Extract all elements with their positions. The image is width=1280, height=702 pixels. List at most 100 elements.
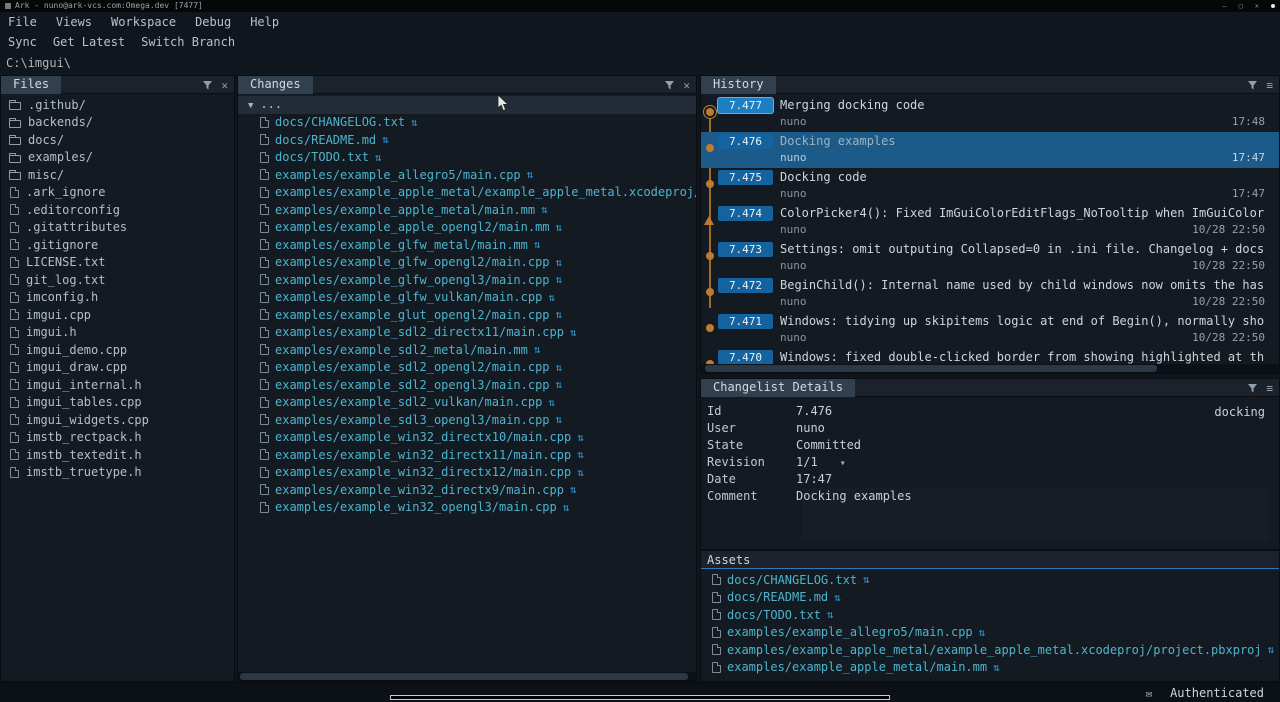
file-tree-item[interactable]: imstb_truetype.h bbox=[1, 464, 234, 482]
menu-item[interactable]: Help bbox=[250, 15, 279, 29]
changed-file-row[interactable]: examples/example_sdl2_opengl2/main.cpp ⇅ bbox=[238, 359, 696, 377]
checked-out-icon: ⇅ bbox=[382, 134, 389, 145]
tab-history[interactable]: History bbox=[701, 76, 776, 94]
changed-file-row[interactable]: examples/example_sdl2_vulkan/main.cpp ⇅ bbox=[238, 394, 696, 412]
close-icon[interactable]: ✕ bbox=[221, 80, 228, 91]
file-tree-item[interactable]: backends/ bbox=[1, 114, 234, 132]
mouse-cursor bbox=[497, 95, 509, 112]
changed-file-row[interactable]: examples/example_sdl3_opengl3/main.cpp ⇅ bbox=[238, 411, 696, 429]
tab-changelist-details[interactable]: Changelist Details bbox=[701, 379, 855, 397]
file-tree-item[interactable]: .gitignore bbox=[1, 236, 234, 254]
details-panel-header: Changelist Details ≡ bbox=[701, 379, 1279, 397]
asset-row[interactable]: examples/example_allegro5/main.cpp ⇅ bbox=[701, 624, 1279, 642]
changed-file-row[interactable]: examples/example_win32_directx12/main.cp… bbox=[238, 464, 696, 482]
changes-horizontal-scrollbar[interactable] bbox=[238, 672, 696, 681]
history-entry[interactable]: 7.476 Docking examples nuno 17:47 bbox=[701, 132, 1279, 168]
changed-file-path: examples/example_win32_opengl3/main.cpp bbox=[275, 500, 557, 514]
close-button[interactable]: ✕ bbox=[1255, 0, 1259, 12]
minimize-button[interactable]: — bbox=[1222, 0, 1226, 12]
filter-icon[interactable] bbox=[1248, 384, 1257, 393]
changed-file-row[interactable]: examples/example_glfw_vulkan/main.cpp ⇅ bbox=[238, 289, 696, 307]
close-icon[interactable]: ✕ bbox=[683, 80, 690, 91]
menu-item[interactable]: Views bbox=[56, 15, 92, 29]
history-entry[interactable]: 7.472 BeginChild(): Internal name used b… bbox=[701, 276, 1279, 312]
tab-changes[interactable]: Changes bbox=[238, 76, 313, 94]
file-tree-item[interactable]: git_log.txt bbox=[1, 271, 234, 289]
changed-file-row[interactable]: examples/example_apple_opengl2/main.mm ⇅ bbox=[238, 219, 696, 237]
menu-icon[interactable]: ≡ bbox=[1266, 383, 1273, 394]
file-tree-item[interactable]: imstb_textedit.h bbox=[1, 446, 234, 464]
file-tree-item[interactable]: examples/ bbox=[1, 149, 234, 167]
changed-file-row[interactable]: examples/example_sdl2_metal/main.mm ⇅ bbox=[238, 341, 696, 359]
history-entry[interactable]: 7.473 Settings: omit outputing Collapsed… bbox=[701, 240, 1279, 276]
asset-row[interactable]: examples/example_apple_metal/main.mm ⇅ bbox=[701, 659, 1279, 677]
history-entry[interactable]: 7.471 Windows: tidying up skipitems logi… bbox=[701, 312, 1279, 348]
changed-file-row[interactable]: examples/example_apple_metal/example_app… bbox=[238, 184, 696, 202]
filter-icon[interactable] bbox=[665, 81, 674, 90]
changed-file-row[interactable]: examples/example_allegro5/main.cpp ⇅ bbox=[238, 166, 696, 184]
file-tree-item[interactable]: imstb_rectpack.h bbox=[1, 429, 234, 447]
expander-icon[interactable]: ▼ bbox=[248, 101, 253, 111]
file-tree-item[interactable]: docs/ bbox=[1, 131, 234, 149]
menu-icon[interactable]: ≡ bbox=[1266, 80, 1273, 91]
file-icon bbox=[712, 662, 721, 673]
changed-file-row[interactable]: examples/example_win32_directx10/main.cp… bbox=[238, 429, 696, 447]
dropdown-arrow-icon[interactable]: ▾ bbox=[840, 458, 846, 469]
filter-icon[interactable] bbox=[203, 81, 212, 90]
changed-file-path: docs/README.md bbox=[275, 133, 376, 147]
changed-file-row[interactable]: examples/example_apple_metal/main.mm ⇅ bbox=[238, 201, 696, 219]
history-entry[interactable]: 7.474 ColorPicker4(): Fixed ImGuiColorEd… bbox=[701, 204, 1279, 240]
file-tree-item[interactable]: imconfig.h bbox=[1, 289, 234, 307]
scrollbar-thumb[interactable] bbox=[705, 365, 1157, 372]
changed-file-row[interactable]: examples/example_win32_directx11/main.cp… bbox=[238, 446, 696, 464]
changed-file-row[interactable]: docs/CHANGELOG.txt ⇅ bbox=[238, 114, 696, 132]
toolbar-button[interactable]: Switch Branch bbox=[141, 35, 235, 49]
file-tree-item[interactable]: misc/ bbox=[1, 166, 234, 184]
changed-file-row[interactable]: examples/example_glfw_opengl3/main.cpp ⇅ bbox=[238, 271, 696, 289]
changed-file-row[interactable]: examples/example_glfw_metal/main.mm ⇅ bbox=[238, 236, 696, 254]
file-tree-item[interactable]: .editorconfig bbox=[1, 201, 234, 219]
changed-file-row[interactable]: docs/README.md ⇅ bbox=[238, 131, 696, 149]
history-entry[interactable]: 7.477 Merging docking code nuno 17:48 bbox=[701, 96, 1279, 132]
asset-row[interactable]: docs/README.md ⇅ bbox=[701, 589, 1279, 607]
maximize-button[interactable]: ▢ bbox=[1239, 0, 1243, 12]
changed-file-row[interactable]: docs/TODO.txt ⇅ bbox=[238, 149, 696, 167]
changed-file-row[interactable]: examples/example_sdl2_opengl3/main.cpp ⇅ bbox=[238, 376, 696, 394]
changed-file-row[interactable]: examples/example_win32_opengl3/main.cpp … bbox=[238, 499, 696, 517]
file-tree-item[interactable]: imgui_internal.h bbox=[1, 376, 234, 394]
scrollbar-thumb[interactable] bbox=[240, 673, 688, 680]
toolbar-button[interactable]: Sync bbox=[8, 35, 37, 49]
file-tree-item[interactable]: imgui_tables.cpp bbox=[1, 394, 234, 412]
changed-file-row[interactable]: examples/example_glut_opengl2/main.cpp ⇅ bbox=[238, 306, 696, 324]
menu-item[interactable]: Workspace bbox=[111, 15, 176, 29]
file-tree-item[interactable]: imgui_draw.cpp bbox=[1, 359, 234, 377]
asset-row[interactable]: docs/TODO.txt ⇅ bbox=[701, 606, 1279, 624]
file-tree-item[interactable]: .github/ bbox=[1, 96, 234, 114]
asset-row[interactable]: docs/CHANGELOG.txt ⇅ bbox=[701, 571, 1279, 589]
history-entry[interactable]: 7.475 Docking code nuno 17:47 bbox=[701, 168, 1279, 204]
changes-root-row[interactable]: ▼... bbox=[238, 96, 696, 114]
history-horizontal-scrollbar[interactable] bbox=[701, 364, 1279, 373]
menu-item[interactable]: File bbox=[8, 15, 37, 29]
changed-file-row[interactable]: examples/example_glfw_opengl2/main.cpp ⇅ bbox=[238, 254, 696, 272]
file-tree-item[interactable]: imgui.cpp bbox=[1, 306, 234, 324]
filter-icon[interactable] bbox=[1248, 81, 1257, 90]
changed-file-path: examples/example_apple_opengl2/main.mm bbox=[275, 220, 550, 234]
file-tree-item[interactable]: imgui_demo.cpp bbox=[1, 341, 234, 359]
file-tree-item[interactable]: imgui.h bbox=[1, 324, 234, 342]
file-icon bbox=[260, 134, 269, 145]
asset-row[interactable]: examples/example_apple_metal/example_app… bbox=[701, 641, 1279, 659]
changed-file-row[interactable]: examples/example_sdl2_directx11/main.cpp… bbox=[238, 324, 696, 342]
file-tree-item[interactable]: .gitattributes bbox=[1, 219, 234, 237]
toolbar-button[interactable]: Get Latest bbox=[53, 35, 125, 49]
menu-item[interactable]: Debug bbox=[195, 15, 231, 29]
changed-file-path: examples/example_apple_metal/main.mm bbox=[275, 203, 535, 217]
history-entry[interactable]: 7.470 Windows: fixed double-clicked bord… bbox=[701, 348, 1279, 364]
tab-files[interactable]: Files bbox=[1, 76, 61, 94]
file-tree-item[interactable]: .ark_ignore bbox=[1, 184, 234, 202]
changeset-title: Merging docking code bbox=[780, 98, 925, 112]
file-tree-item[interactable]: LICENSE.txt bbox=[1, 254, 234, 272]
file-tree-item[interactable]: imgui_widgets.cpp bbox=[1, 411, 234, 429]
changed-file-path: examples/example_sdl2_vulkan/main.cpp bbox=[275, 395, 542, 409]
changed-file-row[interactable]: examples/example_win32_directx9/main.cpp… bbox=[238, 481, 696, 499]
